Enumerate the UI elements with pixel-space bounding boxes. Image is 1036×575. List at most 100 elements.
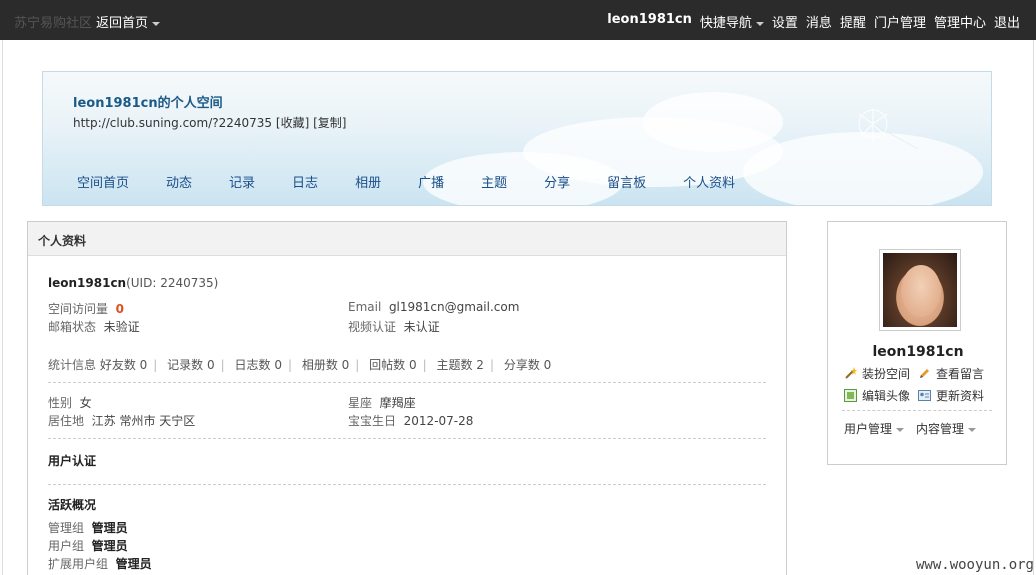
user-sidebar-card: leon1981cn 装扮空间 查看留言 编辑头像 更新资料 用户管理 内容管理 bbox=[827, 221, 1007, 465]
nav-guestbook[interactable]: 留言板 bbox=[593, 172, 660, 191]
stat-blogs[interactable]: 日志数 0 bbox=[235, 358, 282, 372]
video-value: 未认证 bbox=[403, 320, 440, 334]
user-group-value: 管理员 bbox=[91, 539, 128, 553]
avatar[interactable] bbox=[879, 249, 961, 331]
nav-album[interactable]: 相册 bbox=[341, 172, 395, 191]
activity-heading: 活跃概况 bbox=[48, 498, 97, 512]
content-management-label: 内容管理 bbox=[916, 422, 965, 436]
dandelion-icon bbox=[858, 108, 919, 150]
space-nav: 空间首页 动态 记录 日志 相册 广播 主题 分享 留言板 个人资料 bbox=[63, 172, 758, 191]
notifications-link[interactable]: 提醒 bbox=[840, 12, 866, 31]
stat-replies[interactable]: 回帖数 0 bbox=[369, 358, 416, 372]
email-value: gl1981cn@gmail.com bbox=[388, 300, 520, 314]
baby-birthday-row: 宝宝生日 2012-07-28 bbox=[348, 412, 473, 429]
residence-row: 居住地 江苏 常州市 天宁区 bbox=[48, 412, 195, 429]
quick-nav-label: 快捷导航 bbox=[699, 16, 752, 31]
visits-label: 空间访问量 bbox=[48, 302, 109, 316]
user-management-label: 用户管理 bbox=[844, 422, 893, 436]
residence-label: 居住地 bbox=[48, 414, 85, 428]
chevron-down-icon bbox=[152, 21, 161, 26]
chevron-down-icon bbox=[968, 427, 977, 432]
gender-row: 性别 女 bbox=[48, 394, 92, 411]
sidebar-username[interactable]: leon1981cn bbox=[828, 344, 1008, 360]
stat-friends[interactable]: 好友数 0 bbox=[100, 358, 147, 372]
pencil-icon bbox=[920, 369, 929, 378]
chevron-down-icon bbox=[896, 427, 905, 432]
divider bbox=[48, 438, 766, 439]
panel-title: 个人资料 bbox=[28, 222, 786, 256]
copy-link[interactable]: [复制] bbox=[313, 116, 346, 130]
nav-records[interactable]: 记录 bbox=[215, 172, 269, 191]
portal-admin-link[interactable]: 门户管理 bbox=[874, 12, 926, 31]
back-home-label: 返回首页 bbox=[96, 16, 149, 31]
stat-threads[interactable]: 主题数 2 bbox=[436, 358, 483, 372]
profile-username: leon1981cn bbox=[48, 276, 127, 290]
visits-row: 空间访问量 0 bbox=[48, 300, 124, 317]
baby-birthday-label: 宝宝生日 bbox=[348, 414, 397, 428]
site-logo-link[interactable]: 苏宁易购社区 bbox=[14, 12, 92, 31]
ext-group-row: 扩展用户组 管理员 bbox=[48, 555, 152, 572]
username-line: leon1981cn(UID: 2240735) bbox=[48, 276, 218, 290]
id-card-icon bbox=[918, 390, 931, 401]
update-profile-button[interactable]: 更新资料 bbox=[918, 387, 984, 404]
space-url-line: http://club.suning.com/?2240735 [收藏] [复制… bbox=[73, 114, 346, 131]
mail-status-value: 未验证 bbox=[103, 320, 140, 334]
profile-uid: (UID: 2240735) bbox=[126, 276, 219, 290]
space-title: leon1981cn的个人空间 bbox=[73, 96, 223, 111]
nav-broadcast[interactable]: 广播 bbox=[404, 172, 458, 191]
zodiac-row: 星座 摩羯座 bbox=[348, 394, 416, 411]
space-url: http://club.suning.com/?2240735 bbox=[73, 116, 273, 130]
ext-group-value: 管理员 bbox=[115, 557, 152, 571]
stat-records[interactable]: 记录数 0 bbox=[167, 358, 214, 372]
chevron-down-icon bbox=[755, 21, 764, 26]
nav-blog[interactable]: 日志 bbox=[278, 172, 332, 191]
baby-birthday-value: 2012-07-28 bbox=[403, 414, 474, 428]
divider bbox=[48, 484, 766, 485]
view-messages-button[interactable]: 查看留言 bbox=[918, 365, 984, 382]
logout-link[interactable]: 退出 bbox=[994, 12, 1020, 31]
nav-threads[interactable]: 主题 bbox=[467, 172, 521, 191]
avatar-image bbox=[883, 253, 957, 327]
nav-space-home[interactable]: 空间首页 bbox=[63, 172, 143, 191]
watermark: www.wooyun.org bbox=[915, 557, 1034, 573]
mgmt-group-row: 管理组 管理员 bbox=[48, 519, 128, 536]
video-row: 视频认证 未认证 bbox=[348, 318, 440, 335]
top-navigation-bar: 苏宁易购社区 返回首页 leon1981cn 快捷导航 设置 消息 提醒 门户管… bbox=[0, 0, 1036, 40]
visits-value: 0 bbox=[115, 302, 125, 316]
decorate-space-label: 装扮空间 bbox=[862, 367, 911, 381]
cloud-decoration bbox=[643, 92, 783, 152]
mgmt-group-value: 管理员 bbox=[91, 521, 128, 535]
nav-profile[interactable]: 个人资料 bbox=[669, 172, 749, 191]
view-messages-label: 查看留言 bbox=[936, 367, 985, 381]
user-group-row: 用户组 管理员 bbox=[48, 537, 128, 554]
residence-value: 江苏 常州市 天宁区 bbox=[91, 414, 196, 428]
messages-link[interactable]: 消息 bbox=[806, 12, 832, 31]
current-user-link[interactable]: leon1981cn bbox=[607, 12, 692, 31]
edit-avatar-label: 编辑头像 bbox=[862, 389, 911, 403]
divider bbox=[48, 382, 766, 383]
stats-row: 统计信息 好友数 0 | 记录数 0 | 日志数 0 | 相册数 0 | 回帖数 0 | … bbox=[48, 358, 552, 372]
nav-feed[interactable]: 动态 bbox=[152, 172, 206, 191]
update-profile-label: 更新资料 bbox=[936, 389, 985, 403]
user-management-menu[interactable]: 用户管理 bbox=[844, 420, 905, 437]
stat-albums[interactable]: 相册数 0 bbox=[302, 358, 349, 372]
user-auth-heading: 用户认证 bbox=[48, 454, 97, 468]
admin-center-link[interactable]: 管理中心 bbox=[934, 12, 986, 31]
gender-value: 女 bbox=[79, 396, 92, 410]
favorite-link[interactable]: [收藏] bbox=[276, 116, 309, 130]
stats-label: 统计信息 bbox=[48, 358, 97, 372]
nav-share[interactable]: 分享 bbox=[530, 172, 584, 191]
zodiac-label: 星座 bbox=[348, 396, 373, 410]
divider bbox=[842, 410, 992, 411]
back-home-link[interactable]: 返回首页 bbox=[96, 12, 161, 31]
magic-wand-icon bbox=[845, 367, 857, 379]
top-right-menu: leon1981cn 快捷导航 设置 消息 提醒 门户管理 管理中心 退出 bbox=[607, 12, 1020, 31]
zodiac-value: 摩羯座 bbox=[379, 396, 416, 410]
edit-avatar-button[interactable]: 编辑头像 bbox=[844, 387, 910, 404]
stat-shares[interactable]: 分享数 0 bbox=[504, 358, 551, 372]
content-management-menu[interactable]: 内容管理 bbox=[916, 420, 977, 437]
profile-panel: 个人资料 leon1981cn(UID: 2240735) 空间访问量 0 Em… bbox=[27, 221, 787, 575]
quick-nav-menu[interactable]: 快捷导航 bbox=[700, 12, 764, 31]
decorate-space-button[interactable]: 装扮空间 bbox=[844, 365, 910, 382]
settings-link[interactable]: 设置 bbox=[772, 12, 798, 31]
